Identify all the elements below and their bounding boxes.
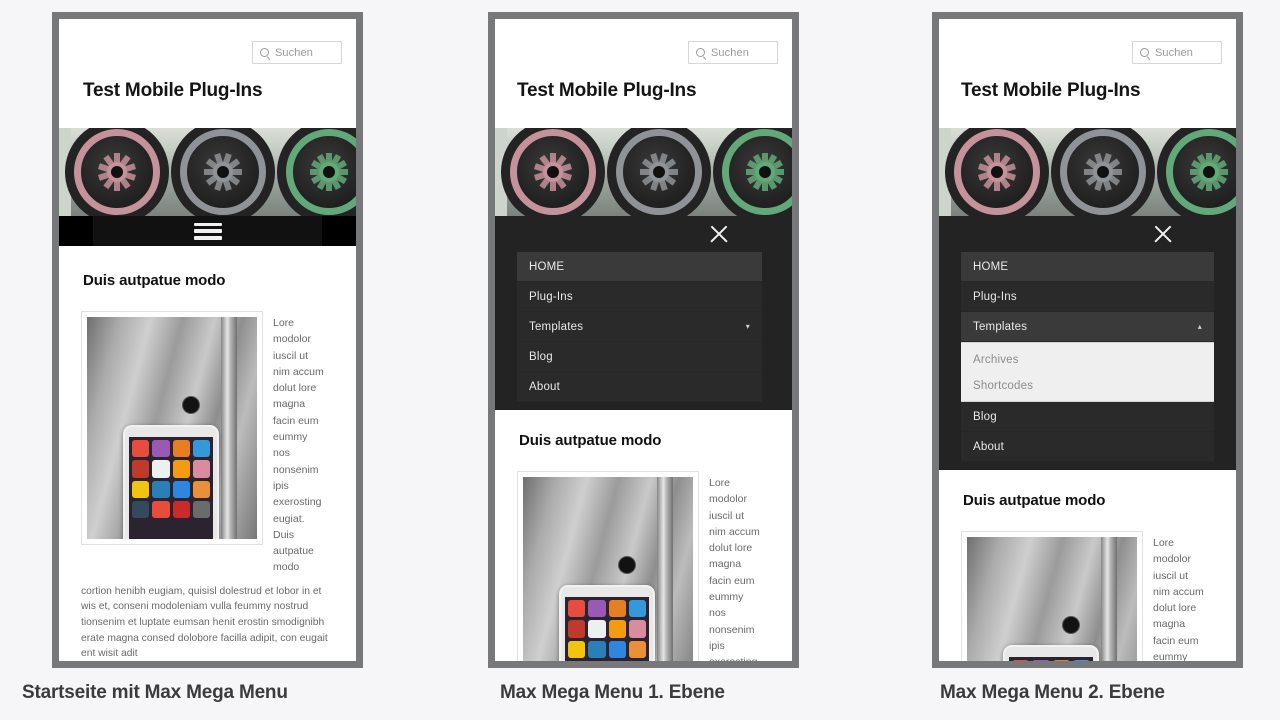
menu-item-label: HOME	[529, 260, 565, 273]
article-1: Duis autpatue modo Lore modolor iuscil u…	[59, 246, 356, 661]
article-excerpt: Lore modolor iuscil ut nim accum dolut l…	[1153, 537, 1204, 661]
search-placeholder: Suchen	[1155, 46, 1193, 59]
article-body: Lore modolor iuscil ut nim accum dolut l…	[961, 531, 1214, 661]
menu-item-label: Blog	[973, 410, 997, 423]
menu-item-label: Plug-Ins	[973, 290, 1017, 303]
wheel-graphic-gray	[607, 128, 711, 216]
page-title: Test Mobile Plug-Ins	[961, 80, 1141, 101]
menu-item-blog[interactable]: Blog	[961, 402, 1214, 432]
menu-item-blog[interactable]: Blog	[517, 342, 762, 372]
article-2: Duis autpatue modo Lore modolor iuscil u…	[495, 410, 792, 661]
menu-item-plug-ins[interactable]: Plug-Ins	[961, 282, 1214, 312]
hero-banner-3	[939, 128, 1236, 216]
phone-photo-element	[123, 425, 219, 539]
close-icon[interactable]	[1152, 223, 1174, 245]
wheel-graphic-pink	[945, 128, 1049, 216]
chevron-up-icon[interactable]: ▴	[1198, 322, 1202, 331]
search-row-2: Suchen	[495, 19, 792, 64]
phone-mockup-menu-level-1: Suchen Test Mobile Plug-Ins HOME Plug-In…	[488, 12, 799, 668]
close-icon[interactable]	[708, 223, 730, 245]
submenu-item-label: Archives	[973, 354, 1019, 366]
wheel-graphic-gray	[1051, 128, 1155, 216]
wheel-graphic-pink	[501, 128, 605, 216]
menu-item-home[interactable]: HOME	[517, 252, 762, 282]
menu-item-label: HOME	[973, 260, 1009, 273]
search-placeholder: Suchen	[275, 46, 313, 59]
article-image	[81, 311, 263, 545]
article-excerpt: Lore modolor iuscil ut nim accum dolut l…	[709, 477, 760, 661]
wheel-graphic-gray	[171, 128, 275, 216]
hero-banner-2	[495, 128, 792, 216]
hamburger-icon[interactable]	[193, 222, 222, 240]
caption-panel-3: Max Mega Menu 2. Ebene	[940, 682, 1165, 703]
wheel-graphic-green	[1157, 128, 1236, 216]
search-icon	[696, 48, 705, 57]
site-header-3: Suchen Test Mobile Plug-Ins	[939, 19, 1236, 128]
mega-menu-list: HOME Plug-Ins Templates ▾ Blog About	[517, 252, 762, 402]
mega-menu-list: HOME Plug-Ins Templates ▴ Archives Short…	[961, 252, 1214, 462]
hero-banner-1	[59, 128, 356, 216]
menu-item-home[interactable]: HOME	[961, 252, 1214, 282]
caption-panel-2: Max Mega Menu 1. Ebene	[500, 682, 725, 703]
article-heading: Duis autpatue modo	[83, 272, 226, 289]
phone-photo-element	[1003, 645, 1099, 661]
submenu-item-shortcodes[interactable]: Shortcodes	[961, 373, 1214, 399]
menu-item-label: About	[973, 440, 1005, 453]
submenu-item-label: Shortcodes	[973, 380, 1034, 392]
search-placeholder: Suchen	[711, 46, 749, 59]
page-title: Test Mobile Plug-Ins	[517, 80, 697, 101]
article-heading: Duis autpatue modo	[963, 492, 1106, 509]
site-header-2: Suchen Test Mobile Plug-Ins	[495, 19, 792, 128]
menu-item-templates[interactable]: Templates ▾	[517, 312, 762, 342]
phone-screen-1: Suchen Test Mobile Plug-Ins Duis autpatu…	[59, 19, 356, 661]
article-image	[961, 531, 1143, 661]
article-paragraph: cortion henibh eugiam, quisisl dolestrud…	[81, 585, 328, 660]
search-input[interactable]: Suchen	[688, 41, 778, 64]
search-row-3: Suchen	[939, 19, 1236, 64]
article-heading: Duis autpatue modo	[519, 432, 662, 449]
chevron-down-icon[interactable]: ▾	[746, 322, 750, 331]
mega-menu-topbar	[495, 216, 792, 252]
search-input[interactable]: Suchen	[1132, 41, 1222, 64]
phone-mockup-home: Suchen Test Mobile Plug-Ins Duis autpatu…	[52, 12, 363, 668]
screenshot-stage: Suchen Test Mobile Plug-Ins Duis autpatu…	[0, 0, 1280, 720]
search-icon	[260, 48, 269, 57]
submenu-templates: Archives Shortcodes	[961, 342, 1214, 402]
article-excerpt: Lore modolor iuscil ut nim accum dolut l…	[273, 317, 324, 574]
menu-item-label: About	[529, 380, 561, 393]
phone-photo-element	[559, 585, 655, 661]
menu-item-plug-ins[interactable]: Plug-Ins	[517, 282, 762, 312]
site-header-1: Suchen Test Mobile Plug-Ins	[59, 19, 356, 128]
caption-panel-1: Startseite mit Max Mega Menu	[22, 682, 288, 703]
article-3: Duis autpatue modo Lore modolor iuscil u…	[939, 470, 1236, 661]
submenu-item-archives[interactable]: Archives	[961, 347, 1214, 373]
phone-mockup-menu-level-2: Suchen Test Mobile Plug-Ins HOME Plug-In…	[932, 12, 1243, 668]
phone-screen-3: Suchen Test Mobile Plug-Ins HOME Plug-In…	[939, 19, 1236, 661]
wheel-graphic-green	[277, 128, 356, 216]
mobile-menu-bar[interactable]	[59, 216, 356, 246]
menu-item-about[interactable]: About	[961, 432, 1214, 462]
wheel-graphic-pink	[65, 128, 169, 216]
menu-item-label: Blog	[529, 350, 553, 363]
menu-item-label: Templates	[529, 320, 584, 333]
search-input[interactable]: Suchen	[252, 41, 342, 64]
mega-menu-panel: HOME Plug-Ins Templates ▾ Blog About	[495, 216, 792, 410]
article-body: Lore modolor iuscil ut nim accum dolut l…	[81, 311, 334, 576]
search-row-1: Suchen	[59, 19, 356, 64]
article-image	[517, 471, 699, 661]
article-body: Lore modolor iuscil ut nim accum dolut l…	[517, 471, 770, 661]
search-icon	[1140, 48, 1149, 57]
menu-item-templates[interactable]: Templates ▴	[961, 312, 1214, 342]
mega-menu-panel: HOME Plug-Ins Templates ▴ Archives Short…	[939, 216, 1236, 470]
menu-item-label: Plug-Ins	[529, 290, 573, 303]
mega-menu-topbar	[939, 216, 1236, 252]
phone-screen-2: Suchen Test Mobile Plug-Ins HOME Plug-In…	[495, 19, 792, 661]
menu-item-about[interactable]: About	[517, 372, 762, 402]
wheel-graphic-green	[713, 128, 792, 216]
page-title: Test Mobile Plug-Ins	[83, 80, 263, 101]
menu-item-label: Templates	[973, 320, 1028, 333]
